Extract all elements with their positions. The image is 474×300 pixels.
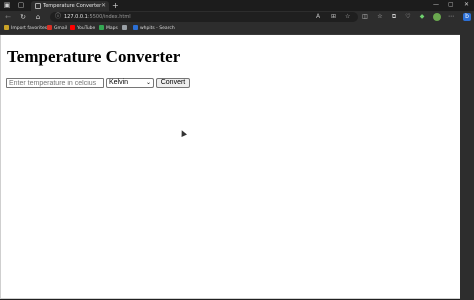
- maps-icon: [99, 25, 104, 30]
- convert-button[interactable]: Convert: [156, 78, 190, 88]
- browser-essentials-icon[interactable]: ♡: [404, 13, 412, 21]
- tab-title: Temperature Converter: [43, 3, 102, 9]
- copilot-icon[interactable]: ◆: [418, 13, 426, 21]
- extensions-icon[interactable]: ⊞: [331, 13, 336, 21]
- close-tab-icon[interactable]: ✕: [101, 2, 106, 10]
- bing-chat-icon[interactable]: b: [463, 13, 471, 21]
- profile-avatar[interactable]: [433, 13, 441, 21]
- site-info-icon[interactable]: ⓘ: [55, 14, 61, 20]
- maximize-icon[interactable]: ▢: [448, 1, 454, 9]
- tab-actions-icon[interactable]: ▢: [17, 2, 25, 9]
- page-favicon-icon: [35, 3, 41, 9]
- active-tab[interactable]: Temperature Converter ✕: [31, 1, 109, 11]
- home-icon[interactable]: ⌂: [34, 13, 42, 21]
- navigation-toolbar: ← ↻ ⌂ ⓘ 127.0.0.1:5500/index.html A ⊞ ☆ …: [0, 11, 474, 23]
- page-title: Temperature Converter: [7, 47, 181, 66]
- page-icon: [122, 25, 127, 30]
- favorites-icon[interactable]: ☆: [376, 13, 384, 21]
- more-menu-icon[interactable]: ⋯: [447, 13, 455, 21]
- close-window-icon[interactable]: ✕: [464, 1, 469, 9]
- favorite-gmail[interactable]: Gmail: [47, 24, 67, 33]
- unit-select-value: Kelvin: [109, 79, 129, 86]
- minimize-icon[interactable]: —: [433, 1, 439, 9]
- refresh-icon[interactable]: ↻: [19, 13, 27, 21]
- folder-icon: [4, 25, 9, 30]
- chevron-down-icon: ⌄: [145, 80, 151, 86]
- favorite-star-icon[interactable]: ☆: [345, 13, 350, 21]
- browser-window: ▣ ▢ Temperature Converter ✕ + — ▢ ✕ ← ↻ …: [0, 0, 474, 300]
- page-content: Temperature Converter Kelvin ⌄ Convert: [0, 35, 460, 299]
- address-url[interactable]: 127.0.0.1:5500/index.html: [64, 13, 131, 21]
- mouse-cursor-icon: [179, 129, 187, 137]
- youtube-icon: [70, 25, 75, 30]
- gmail-icon: [47, 25, 52, 30]
- favorite-maps[interactable]: Maps: [99, 24, 118, 33]
- new-tab-button[interactable]: +: [112, 1, 119, 10]
- favorite-search[interactable]: whpits - Search: [133, 24, 175, 33]
- bing-icon: [133, 25, 138, 30]
- tab-strip: ▣ ▢ Temperature Converter ✕ + — ▢ ✕: [0, 0, 474, 11]
- favorite-import[interactable]: Import favorites: [4, 24, 47, 33]
- collections-icon[interactable]: ⧉: [390, 13, 398, 21]
- favorite-youtube[interactable]: YouTube: [70, 24, 95, 33]
- back-icon[interactable]: ←: [4, 13, 12, 21]
- unit-select[interactable]: Kelvin ⌄: [106, 78, 154, 88]
- favorites-bar: Import favorites Gmail YouTube Maps whpi…: [0, 23, 474, 35]
- favorite-page[interactable]: [122, 24, 129, 33]
- temperature-input[interactable]: [6, 78, 104, 88]
- split-screen-icon[interactable]: ◫: [361, 13, 369, 21]
- workspaces-icon[interactable]: ▣: [3, 2, 11, 9]
- address-bar[interactable]: ⓘ 127.0.0.1:5500/index.html A ⊞ ☆: [50, 12, 358, 22]
- read-aloud-icon[interactable]: A: [316, 13, 320, 21]
- edge-sidebar: b: [460, 11, 474, 300]
